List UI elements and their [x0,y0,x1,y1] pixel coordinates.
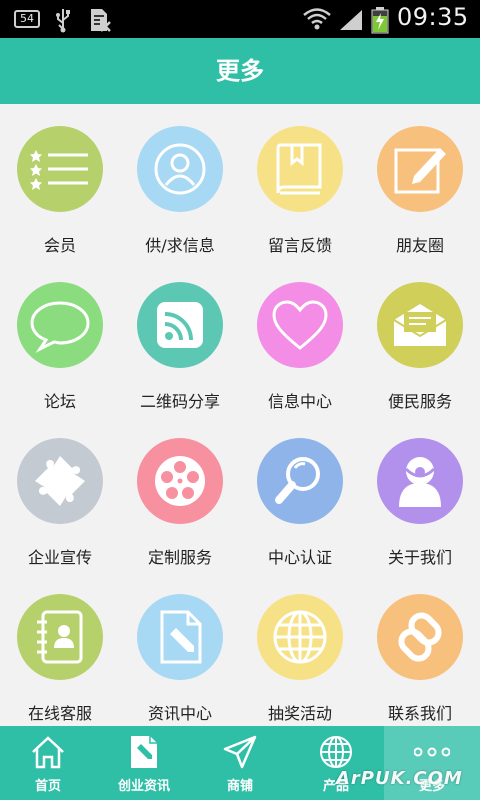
contacts-icon [17,594,103,680]
nav-label: 创业资讯 [117,779,170,794]
nav-label: 首页 [34,779,61,794]
document-edit-icon [137,594,223,680]
document-icon [91,9,111,32]
page-title: 更多 [216,57,264,85]
grid-item-feedback[interactable]: 留言反馈 [240,104,360,260]
grid-item-label: 供/求信息 [145,236,215,255]
member-list-icon [17,126,103,212]
chat-bubble-icon [17,282,103,368]
grid-item-member[interactable]: 会员 [0,104,120,260]
nav-item-startup-news[interactable]: 创业资讯 [96,726,192,800]
rss-icon [137,282,223,368]
document-edit-icon [131,736,157,768]
grid-item-custom-service[interactable]: 定制服务 [120,416,240,572]
nav-label: 商铺 [226,779,253,794]
grid-item-news-center[interactable]: 资讯中心 [120,572,240,728]
clock-time: 09:35 [397,3,469,31]
feature-grid: 会员 供/求信息 留言反馈 朋友圈 论坛 二维码分享 信息中心 便民服务 企业宣… [0,104,480,726]
grid-item-label: 留言反馈 [267,236,332,255]
grid-item-forum[interactable]: 论坛 [0,260,120,416]
user-icon [377,438,463,524]
grid-item-label: 信息中心 [267,392,332,411]
grid-item-services[interactable]: 便民服务 [360,260,480,416]
grid-item-label: 二维码分享 [139,392,220,411]
grid-item-certification[interactable]: 中心认证 [240,416,360,572]
edit-icon [377,126,463,212]
more-dots-icon [414,747,450,757]
grid-item-label: 论坛 [43,392,76,411]
grid-item-qr-share[interactable]: 二维码分享 [120,260,240,416]
paper-plane-icon [223,735,257,769]
signal-icon [340,10,362,30]
usb-icon [56,9,70,33]
globe-icon [257,594,343,680]
grid-item-label: 定制服务 [147,548,212,567]
grid-item-info-center[interactable]: 信息中心 [240,260,360,416]
person-icon [137,126,223,212]
wifi-icon [303,8,331,30]
home-icon [32,736,64,769]
grid-item-label: 抽奖活动 [267,704,332,723]
grid-item-label: 朋友圈 [395,236,444,255]
notification-count-badge: 54 [14,10,40,28]
grid-item-label: 关于我们 [387,548,452,567]
watermark: ArPUK.COM [336,768,463,789]
nav-item-shops[interactable]: 商铺 [192,726,288,800]
link-icon [377,594,463,680]
grid-item-label: 会员 [43,236,76,255]
grid-item-label: 便民服务 [387,392,452,411]
grid-item-promotion[interactable]: 企业宣传 [0,416,120,572]
header-bar: 更多 [0,38,480,104]
grid-item-friends[interactable]: 朋友圈 [360,104,480,260]
puzzle-icon [17,438,103,524]
heart-icon [257,282,343,368]
grid-item-lottery[interactable]: 抽奖活动 [240,572,360,728]
grid-item-online-support[interactable]: 在线客服 [0,572,120,728]
grid-item-label: 在线客服 [27,704,92,723]
battery-charging-icon [371,7,389,34]
nav-item-home[interactable]: 首页 [0,726,96,800]
grid-item-label: 联系我们 [387,704,452,723]
grid-item-supply-demand[interactable]: 供/求信息 [120,104,240,260]
book-icon [257,126,343,212]
grid-item-contact-us[interactable]: 联系我们 [360,572,480,728]
magnifier-icon [257,438,343,524]
grid-item-label: 中心认证 [267,548,332,567]
grid-item-about-us[interactable]: 关于我们 [360,416,480,572]
film-reel-icon [137,438,223,524]
grid-item-label: 企业宣传 [27,548,92,567]
mail-icon [377,282,463,368]
globe-icon [320,736,352,768]
status-bar: 54 09:35 [0,0,480,38]
grid-item-label: 资讯中心 [147,704,212,723]
